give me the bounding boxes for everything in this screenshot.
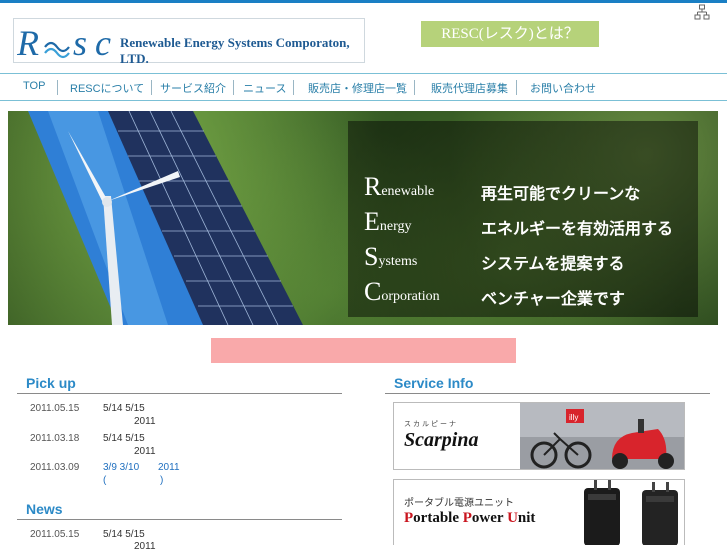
acronym-desc-e: エネルギーを有効活用する <box>481 221 674 238</box>
nav-item-agents[interactable]: 販売代理店募集 <box>431 80 508 96</box>
nav-item-contact[interactable]: お問い合わせ <box>530 80 596 96</box>
pickup-text[interactable]: 2011 <box>134 446 156 457</box>
top-accent-line <box>0 0 727 3</box>
nav-item-top[interactable]: TOP <box>23 80 45 92</box>
sitemap-icon[interactable] <box>694 4 710 20</box>
nav-item-news[interactable]: ニュース <box>243 80 286 96</box>
nav-separator <box>233 80 234 95</box>
pickup-link[interactable]: 3/9 3/10 <box>103 462 139 473</box>
acronym-desc-c: ベンチャー企業です <box>481 291 625 308</box>
svg-text:c: c <box>95 23 114 63</box>
portable-power-kicker: ポータブル電源ユニット <box>404 498 514 509</box>
company-name: Renewable Energy Systems Comporaton, LTD… <box>120 35 350 66</box>
portable-power-title: Portable Power Unit <box>404 510 536 526</box>
pickup-date: 2011.05.15 <box>30 403 80 414</box>
site-logo[interactable]: R s c Renewable Energy Systems Comporato… <box>13 18 365 66</box>
nav-item-about[interactable]: RESCについて <box>70 80 144 96</box>
main-nav: TOP RESCについて サービス紹介 ニュース 販売店・修理店一覧 販売代理店… <box>0 73 727 101</box>
acronym-desc-s: システムを提案する <box>481 256 625 273</box>
acronym-row-c: Corporation <box>364 277 440 306</box>
pickup-text[interactable]: 5/14 5/15 <box>103 433 145 444</box>
scarpina-ruby: スカルピーナ <box>404 421 458 428</box>
nav-separator <box>414 80 415 95</box>
announcement-bar[interactable] <box>211 338 516 363</box>
news-divider <box>17 519 342 520</box>
news-text[interactable]: 2011 <box>134 541 156 552</box>
nav-item-services[interactable]: サービス紹介 <box>160 80 226 96</box>
pickup-date: 2011.03.18 <box>30 433 80 444</box>
news-heading: News <box>26 501 63 517</box>
scarpina-banner[interactable]: スカルピーナ Scarpina illy <box>393 402 685 470</box>
nav-separator <box>293 80 294 95</box>
pickup-text[interactable]: 5/14 5/15 <box>103 403 145 414</box>
acronym-row-e: Energy <box>364 207 412 236</box>
power-unit-photo <box>562 480 684 545</box>
service-divider <box>385 393 710 394</box>
pickup-link[interactable]: ) <box>160 475 163 486</box>
service-heading: Service Info <box>394 375 474 391</box>
svg-text:illy: illy <box>569 413 578 422</box>
pickup-link[interactable]: ( <box>103 475 106 486</box>
scarpina-logo: Scarpina <box>404 429 479 451</box>
resc-logo-mark: R s c <box>16 21 117 73</box>
acronym-row-r: Renewable <box>364 172 435 201</box>
nav-item-shops[interactable]: 販売店・修理店一覧 <box>308 80 407 96</box>
svg-text:R: R <box>17 23 42 63</box>
acronym-row-s: Systems <box>364 242 418 271</box>
solar-wind-illustration <box>28 111 303 325</box>
scooter-photo: illy <box>520 403 684 469</box>
news-text[interactable]: 5/14 5/15 <box>103 529 145 540</box>
nav-separator <box>151 80 152 95</box>
hero-title: RESC(レスク)とは？ <box>421 21 599 47</box>
resc-logo-icon: R s c <box>16 23 114 63</box>
news-date: 2011.05.15 <box>30 529 80 540</box>
pickup-date: 2011.03.09 <box>30 462 80 473</box>
svg-text:s: s <box>73 23 90 63</box>
pickup-heading: Pick up <box>26 375 76 391</box>
pickup-link[interactable]: 2011 <box>158 462 180 473</box>
acronym-desc-r: 再生可能でクリーンな <box>481 186 641 203</box>
portable-power-banner[interactable]: ポータブル電源ユニット Portable Power Unit <box>393 479 685 545</box>
pickup-divider <box>17 393 342 394</box>
nav-separator <box>516 80 517 95</box>
nav-separator <box>57 80 58 95</box>
pickup-text[interactable]: 2011 <box>134 416 156 427</box>
